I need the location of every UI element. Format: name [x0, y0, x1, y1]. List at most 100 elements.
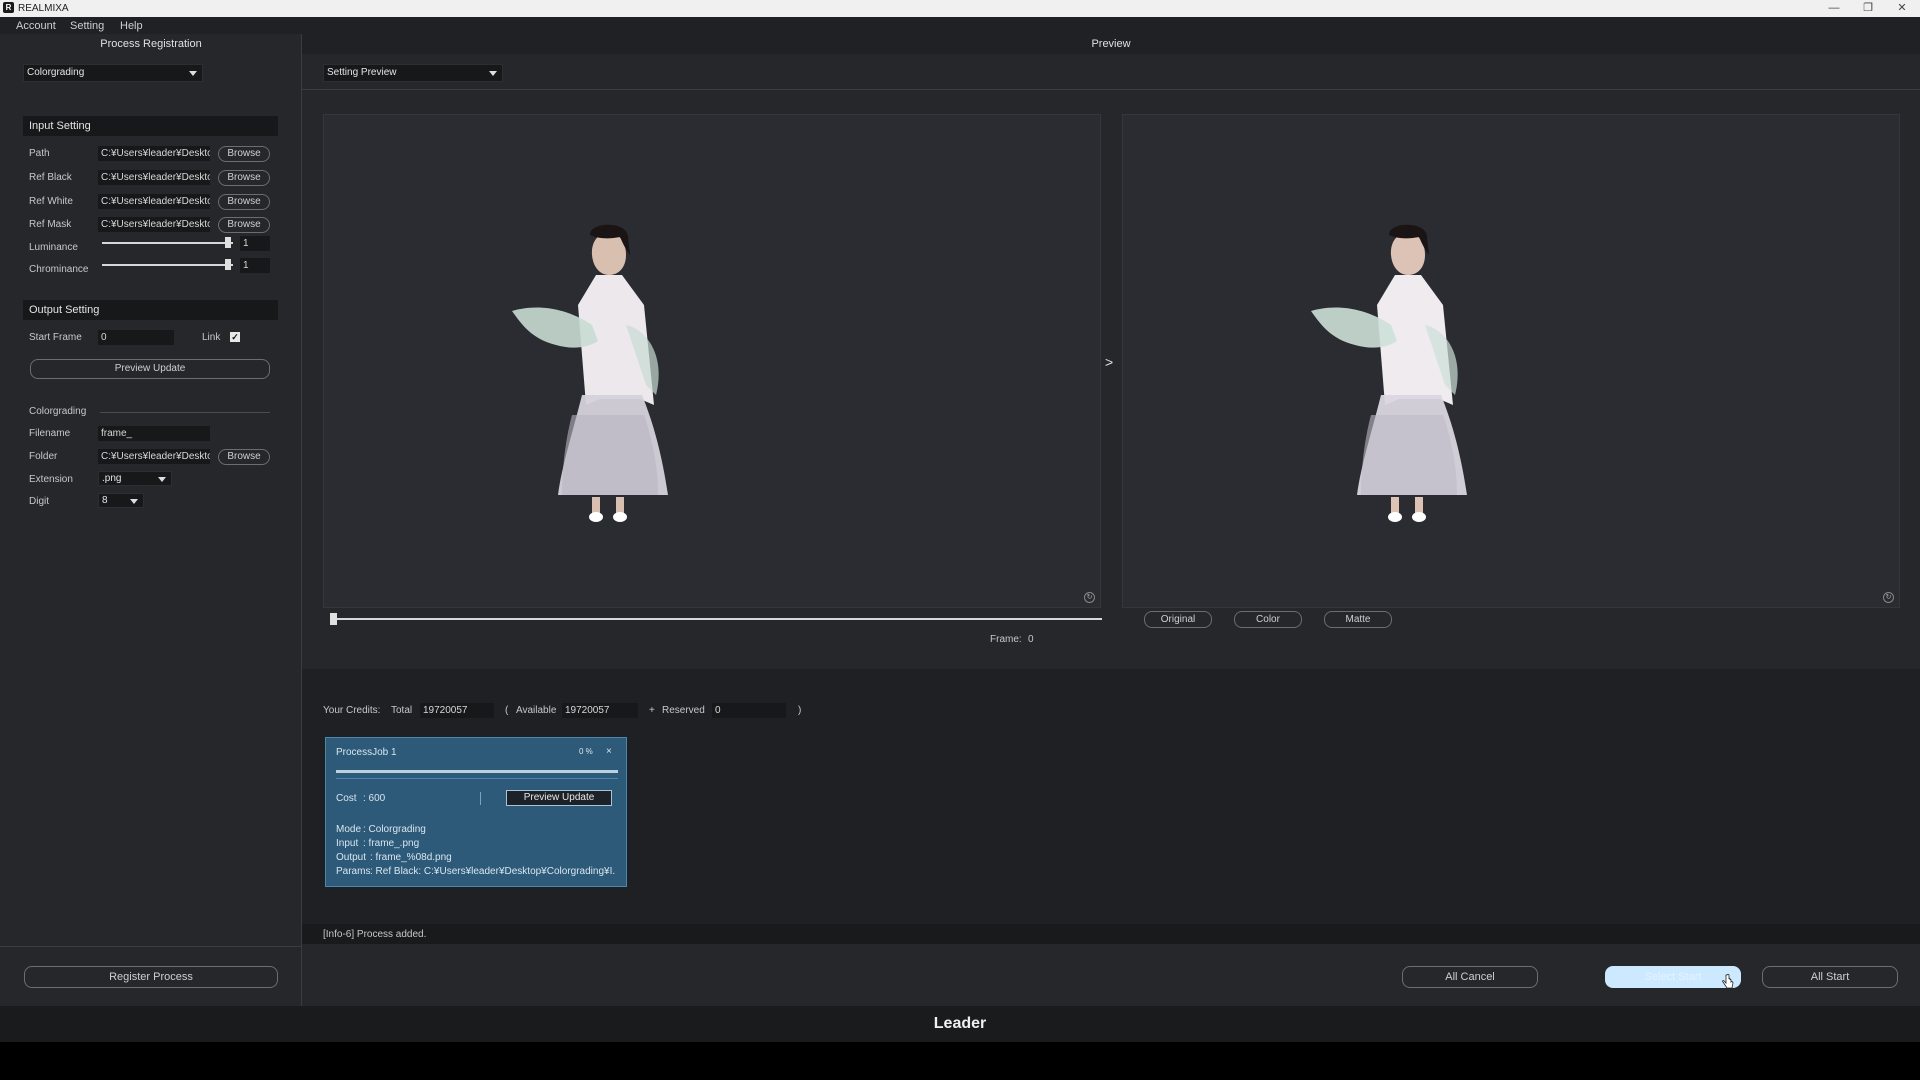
menu-setting[interactable]: Setting: [70, 20, 104, 32]
job-input-value: : frame_.png: [363, 838, 420, 849]
job-cost-value: : 600: [363, 793, 386, 804]
ref-white-field[interactable]: C:¥Users¥leader¥Desktop: [98, 194, 210, 209]
ref-black-browse-button[interactable]: Browse: [218, 170, 270, 186]
select-start-button[interactable]: Select Start: [1605, 966, 1741, 988]
start-frame-label: Start Frame: [29, 332, 82, 343]
letterbox-bar: [0, 1042, 1920, 1080]
dancer-image: [1311, 224, 1467, 522]
status-message: [Info-6] Process added.: [323, 929, 427, 940]
reset-zoom-icon[interactable]: ↻: [1084, 592, 1095, 603]
luminance-slider[interactable]: [102, 237, 233, 249]
credits-available-label: Available: [516, 705, 557, 716]
luminance-label: Luminance: [29, 242, 78, 253]
chrominance-value[interactable]: 1: [240, 258, 270, 273]
brand-logo: Leader: [933, 1015, 987, 1032]
link-checkbox[interactable]: ✓: [230, 332, 240, 342]
chrominance-slider[interactable]: [102, 259, 233, 271]
path-field[interactable]: C:¥Users¥leader¥Desktop: [98, 146, 210, 161]
close-icon[interactable]: ✕: [1885, 0, 1919, 17]
restore-icon[interactable]: ❐: [1851, 0, 1885, 17]
start-frame-input[interactable]: 0: [98, 330, 174, 345]
job-cost-label: Cost: [336, 793, 357, 804]
job-queue-area: Your Credits: Total 19720057 ( Available…: [302, 669, 1920, 924]
digit-dropdown[interactable]: 8: [98, 493, 144, 508]
job-percent: 0 %: [579, 747, 593, 756]
ref-white-label: Ref White: [29, 196, 73, 207]
path-browse-button[interactable]: Browse: [218, 146, 270, 162]
job-progress-bar: [336, 770, 618, 773]
preview-title: Preview: [302, 34, 1920, 54]
path-label: Path: [29, 148, 50, 159]
ref-black-field[interactable]: C:¥Users¥leader¥Desktop: [98, 170, 210, 185]
job-close-icon[interactable]: ×: [606, 746, 612, 757]
hand-cursor-icon: [1722, 974, 1734, 989]
credits-available-value: 19720057: [562, 703, 638, 718]
link-label: Link: [202, 332, 221, 343]
chevron-down-icon: [158, 476, 166, 482]
preview-mode-dropdown[interactable]: Setting Preview: [323, 64, 503, 82]
preview-mode-value: Setting Preview: [327, 67, 397, 78]
minimize-icon[interactable]: —: [1817, 0, 1851, 17]
credits-reserved-value: 0: [712, 703, 786, 718]
ref-black-label: Ref Black: [29, 172, 72, 183]
input-setting-header: Input Setting: [23, 116, 278, 136]
preview-toolbar: Setting Preview: [302, 54, 1920, 90]
view-matte-button[interactable]: Matte: [1324, 611, 1392, 628]
credits-total-label: Total: [391, 705, 413, 716]
ref-mask-label: Ref Mask: [29, 219, 72, 230]
all-cancel-button[interactable]: All Cancel: [1402, 966, 1538, 988]
ref-mask-field[interactable]: C:¥Users¥leader¥Desktop: [98, 217, 210, 232]
extension-dropdown[interactable]: .png: [98, 471, 172, 486]
process-type-dropdown[interactable]: Colorgrading: [23, 64, 203, 82]
ref-mask-browse-button[interactable]: Browse: [218, 217, 270, 233]
luminance-value[interactable]: 1: [240, 236, 270, 251]
credits-total-value: 19720057: [420, 703, 494, 718]
frame-slider-thumb[interactable]: [330, 613, 337, 625]
divider: [100, 412, 270, 413]
process-type-value: Colorgrading: [27, 67, 85, 78]
process-job-card[interactable]: ProcessJob 1 0 % × Cost : 600 Preview Up…: [325, 737, 627, 887]
dancer-image: [512, 224, 668, 522]
output-setting-header: Output Setting: [23, 300, 278, 320]
chevron-down-icon: [489, 71, 497, 76]
frame-label: Frame:: [990, 634, 1022, 645]
app-title: REALMIXA: [18, 3, 69, 14]
divider: [0, 946, 302, 947]
credits-reserved-label: Reserved: [662, 705, 705, 716]
folder-field[interactable]: C:¥Users¥leader¥Desktop: [98, 449, 210, 464]
job-mode-value: : Colorgrading: [363, 824, 426, 835]
view-color-button[interactable]: Color: [1234, 611, 1302, 628]
menu-help[interactable]: Help: [120, 20, 143, 32]
job-output-value: : frame_%08d.png: [370, 852, 452, 863]
title-bar: R REALMIXA — ❐ ✕: [0, 0, 1920, 17]
luminance-slider-thumb[interactable]: [224, 237, 231, 248]
reset-zoom-icon[interactable]: ↻: [1883, 592, 1894, 603]
all-start-button[interactable]: All Start: [1762, 966, 1898, 988]
credits-close-paren: ): [798, 705, 802, 716]
credits-label: Your Credits:: [323, 705, 381, 716]
divider: [336, 778, 618, 779]
filename-label: Filename: [29, 428, 71, 439]
job-params-value: : Ref Black: C:¥Users¥leader¥Desktop¥Col…: [370, 866, 616, 877]
chevron-down-icon: [189, 71, 197, 76]
chevron-down-icon: [130, 498, 138, 504]
process-registration-panel: Process Registration Colorgrading Input …: [0, 34, 302, 1006]
ref-white-browse-button[interactable]: Browse: [218, 194, 270, 210]
job-preview-update-button[interactable]: Preview Update: [506, 790, 612, 806]
result-preview-pane: ↻: [1122, 114, 1900, 608]
job-mode-label: Mode: [336, 824, 362, 835]
frame-slider[interactable]: [330, 612, 1102, 626]
app-logo-icon: R: [3, 2, 14, 13]
extension-value: .png: [102, 473, 122, 484]
chrominance-slider-thumb[interactable]: [224, 259, 231, 270]
job-title: ProcessJob 1: [336, 747, 397, 758]
view-original-button[interactable]: Original: [1144, 611, 1212, 628]
status-bar: [Info-6] Process added.: [302, 924, 1920, 944]
preview-update-button[interactable]: Preview Update: [30, 359, 270, 379]
register-process-button[interactable]: Register Process: [24, 966, 278, 988]
folder-browse-button[interactable]: Browse: [218, 449, 270, 465]
filename-input[interactable]: frame_: [98, 426, 210, 441]
footer: Leader: [0, 1006, 1920, 1042]
menu-account[interactable]: Account: [16, 20, 56, 32]
job-input-label: Input: [336, 838, 359, 849]
